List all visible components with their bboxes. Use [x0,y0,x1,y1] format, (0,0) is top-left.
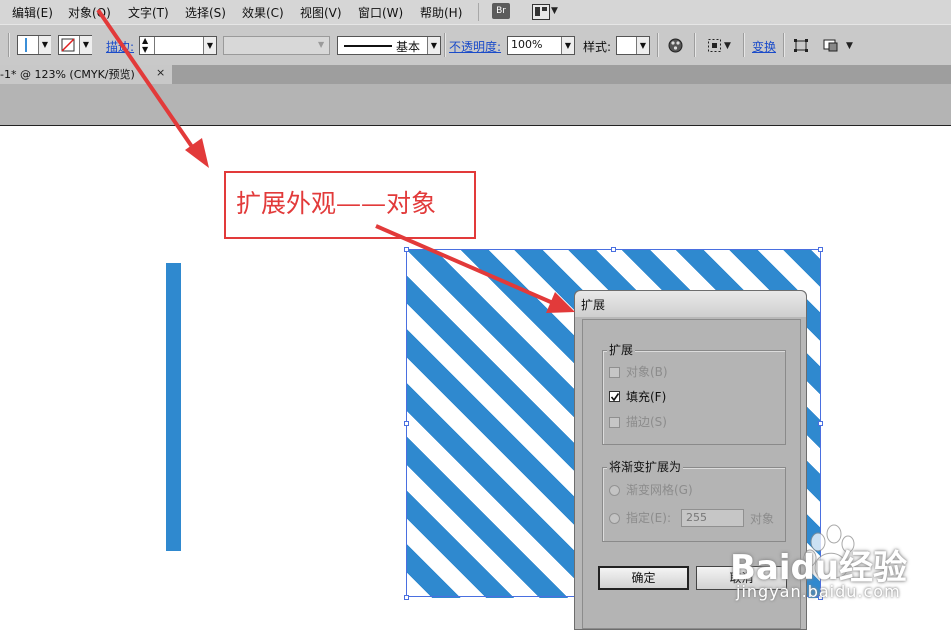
align-options-icon[interactable] [707,38,722,53]
chevron-down-icon[interactable]: ▼ [551,6,558,16]
gradient-mesh-radio[interactable] [609,485,620,496]
fill-swatch[interactable]: ▼ [17,35,51,55]
chevron-down-icon[interactable]: ▼ [724,41,731,51]
resize-handle[interactable] [404,595,409,600]
workspace-layout-icon[interactable] [532,4,550,20]
graphic-style-swatch[interactable]: ▼ [616,36,650,55]
arrowhead-icon [185,138,209,168]
stroke-weight-field[interactable]: ▲ ▼ ▼ [139,36,217,55]
toolbar-separator [657,33,659,57]
resize-handle[interactable] [818,247,823,252]
stroke-option-label: 描边(S) [626,415,667,429]
chevron-down-icon[interactable]: ▼ [561,37,574,54]
chevron-down-icon[interactable]: ▼ [203,37,216,54]
gradient-group-legend: 将渐变扩展为 [607,458,684,475]
menu-edit[interactable]: 编辑(E) [12,4,53,21]
chevron-down-icon[interactable]: ▼ [38,36,51,54]
specify-label: 指定(E): [626,511,671,525]
fill-color-icon [25,38,27,52]
fill-checkbox[interactable] [609,391,620,402]
watermark-url: jingyan.baidu.com [736,582,901,601]
menu-effect[interactable]: 效果(C) [242,4,284,21]
menu-view[interactable]: 视图(V) [300,4,342,21]
control-bar: ▼ ▼ 描边: ▲▼ ▼ ▼ 基本 ▼ 不透明度: 100% ▼ 样式: ▼ [0,24,951,66]
close-icon[interactable]: × [156,66,165,79]
object-checkbox[interactable] [609,367,620,378]
chevron-down-icon[interactable]: ▼ [318,40,324,49]
recolor-artwork-icon[interactable] [668,38,683,53]
toolbar-separator [783,33,785,57]
resize-handle[interactable] [818,421,823,426]
bridge-button[interactable]: Br [492,3,510,19]
toolbar-separator [444,33,446,57]
stroke-panel-link[interactable]: 描边: [106,38,134,55]
width-profile-select[interactable]: ▼ [223,36,330,55]
menu-bar: 编辑(E) 对象(O) 文字(T) 选择(S) 效果(C) 视图(V) 窗口(W… [0,0,951,24]
ok-button[interactable]: 确定 [598,566,689,590]
brush-profile-label: 基本 [396,40,421,54]
fill-option-label: 填充(F) [626,390,667,404]
stroke-line-preview [344,45,392,47]
document-tab[interactable]: -1* @ 123% (CMYK/预览) [0,65,172,84]
annotation-callout: 扩展外观——对象 [224,171,476,239]
no-stroke-icon [61,38,75,52]
canvas-top-margin [0,84,951,126]
chevron-down-icon[interactable]: ▼ [846,41,853,51]
isolate-group-icon[interactable] [793,38,809,53]
toolbar-separator [694,33,696,57]
resize-handle[interactable] [404,247,409,252]
chevron-down-icon[interactable]: ▼ [427,37,440,54]
style-label: 样式: [583,40,612,54]
toolbar-separator [743,33,745,57]
transform-panel-link[interactable]: 变换 [752,38,776,55]
menu-separator [478,3,479,21]
chevron-down-icon[interactable]: ▼ [636,37,649,54]
specify-radio[interactable] [609,513,620,524]
brush-definition-select[interactable]: 基本 ▼ [337,36,441,55]
menu-type[interactable]: 文字(T) [128,4,169,21]
menu-window[interactable]: 窗口(W) [358,4,403,21]
menu-select[interactable]: 选择(S) [185,4,226,21]
menu-object[interactable]: 对象(O) [68,4,111,21]
opacity-field[interactable]: 100% ▼ [507,36,575,55]
toolbar-separator [8,33,10,57]
resize-handle[interactable] [404,421,409,426]
expand-group-legend: 扩展 [607,341,636,358]
menu-help[interactable]: 帮助(H) [420,4,462,21]
stroke-checkbox[interactable] [609,417,620,428]
blue-bar-shape[interactable] [166,263,181,551]
opacity-panel-link[interactable]: 不透明度: [449,38,501,55]
object-option-label: 对象(B) [626,365,668,379]
gradient-mesh-label: 渐变网格(G) [626,483,693,497]
opacity-value: 100% [511,38,543,51]
checkmark-icon [610,393,620,402]
resize-handle[interactable] [611,247,616,252]
dialog-title: 扩展 [581,298,606,312]
stroke-swatch[interactable]: ▼ [58,35,92,55]
arrange-documents-icon[interactable] [823,38,841,53]
chevron-down-icon[interactable]: ▼ [79,36,92,54]
dialog-title-bar[interactable] [575,291,806,317]
stepper-arrows-icon[interactable]: ▲ ▼ [142,36,148,54]
